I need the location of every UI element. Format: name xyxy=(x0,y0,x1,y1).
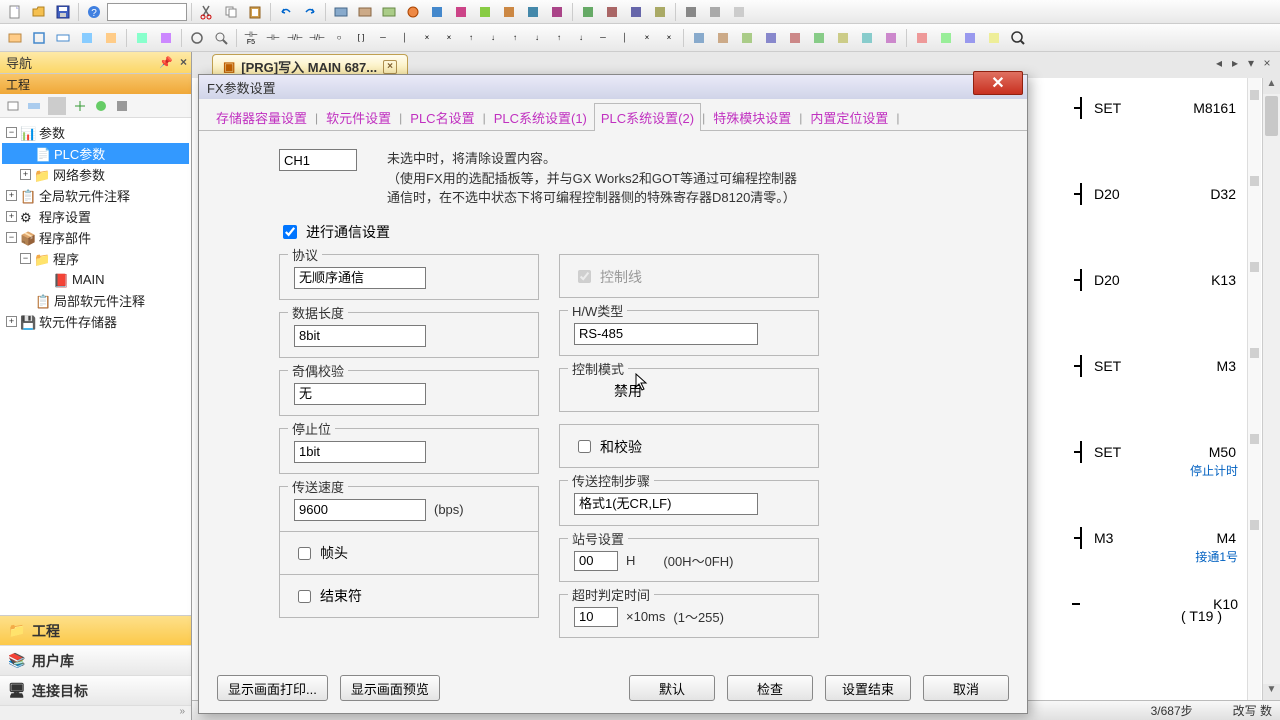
tb-combo[interactable] xyxy=(107,3,187,21)
protocol-select[interactable]: 无顺序通信 xyxy=(294,267,426,289)
hwtype-select[interactable]: RS-485 xyxy=(574,323,758,345)
header-checkbox[interactable]: 帧头 xyxy=(294,543,348,563)
baud-select[interactable]: 9600 xyxy=(294,499,426,521)
stopbit-select[interactable]: 1bit xyxy=(294,441,426,463)
pin-icon[interactable]: 📌 xyxy=(159,56,173,69)
protocol-group: 协议 无顺序通信 xyxy=(279,254,539,300)
tab-memory[interactable]: 存储器容量设置 xyxy=(209,103,314,131)
tree-net-params[interactable]: +📁网络参数 xyxy=(2,164,189,185)
tree-params[interactable]: −📊参数 xyxy=(2,122,189,143)
parity-group: 奇偶校验 无 xyxy=(279,370,539,416)
svg-text:?: ? xyxy=(91,8,97,19)
tab-position[interactable]: 内置定位设置 xyxy=(803,103,895,131)
dialog-body: CH1 未选中时，将清除设置内容。 （使用FX用的选配插板等，并与GX Work… xyxy=(199,131,1027,648)
overview-scrollbar[interactable] xyxy=(1247,78,1261,700)
status-steps: 3/687步 xyxy=(1151,702,1193,719)
tree-main[interactable]: 📕MAIN xyxy=(2,269,189,290)
dialog-title: FX参数设置 xyxy=(207,78,276,97)
preview-button[interactable]: 显示画面预览 xyxy=(340,675,440,701)
dialog-buttons: 显示画面打印... 显示画面预览 默认 检查 设置结束 取消 xyxy=(199,675,1027,701)
default-button[interactable]: 默认 xyxy=(629,675,715,701)
ctrlmode-group: 控制模式 禁用 xyxy=(559,368,819,412)
header-group: 帧头 xyxy=(279,531,539,575)
tb-paste[interactable] xyxy=(244,2,266,22)
dialog-titlebar[interactable]: FX参数设置 ✕ xyxy=(199,75,1027,99)
hwtype-group: H/W类型 RS-485 xyxy=(559,310,819,356)
tab-plcsys1[interactable]: PLC系统设置(1) xyxy=(487,103,594,131)
tb-help[interactable]: ? xyxy=(83,2,105,22)
tab-close-icon[interactable]: × xyxy=(383,60,397,74)
tb-copy[interactable] xyxy=(220,2,242,22)
parity-select[interactable]: 无 xyxy=(294,383,426,405)
tab-plcsys2[interactable]: PLC系统设置(2) xyxy=(594,103,701,131)
station-group: 站号设置 H (00H～0FH) xyxy=(559,538,819,582)
station-input[interactable] xyxy=(574,551,618,571)
timeout-input[interactable] xyxy=(574,607,618,627)
tab-device[interactable]: 软元件设置 xyxy=(319,103,398,131)
stopbit-group: 停止位 1bit xyxy=(279,428,539,474)
tb-open[interactable] xyxy=(28,2,50,22)
dialog-tabs: 存储器容量设置| 软元件设置| PLC名设置| PLC系统设置(1) PLC系统… xyxy=(199,105,1027,131)
ctrlmode-value: 禁用 xyxy=(574,381,642,401)
nav-panel: 导航 📌 × 工程 −📊参数 📄PLC参数 +📁网络参数 +📋全局软元件注释 +… xyxy=(0,52,192,720)
terminator-group: 结束符 xyxy=(279,574,539,618)
tb-undo[interactable] xyxy=(275,2,297,22)
check-button[interactable]: 检查 xyxy=(727,675,813,701)
sumcheck-group: 和校验 xyxy=(559,424,819,468)
tb-new[interactable] xyxy=(4,2,26,22)
terminator-checkbox[interactable]: 结束符 xyxy=(294,586,362,606)
dialog-close-button[interactable]: ✕ xyxy=(973,71,1023,95)
nav-btn-connect[interactable]: 🖥连接目标 xyxy=(0,676,191,706)
txctrl-select[interactable]: 格式1(无CR,LF) xyxy=(574,493,758,515)
nav-btn-userlib[interactable]: 📚用户库 xyxy=(0,646,191,676)
nav-close-icon[interactable]: × xyxy=(180,55,187,69)
nav-bottom: 📁工程 📚用户库 🖥连接目标 » xyxy=(0,615,191,720)
tb-save[interactable] xyxy=(52,2,74,22)
timeout-group: 超时判定时间 ×10ms (1～255) xyxy=(559,594,819,638)
toolbar-2: ⊣⊢F5 ⊣⊢ ⊣/⊢ ⊣/⊢ ○ [ ] ─ │ × × ↑ ↓ ↑ ↓ ↑ … xyxy=(0,24,1280,52)
tab-plcname[interactable]: PLC名设置 xyxy=(403,103,481,131)
nav-title: 导航 xyxy=(6,53,32,72)
end-button[interactable]: 设置结束 xyxy=(825,675,911,701)
print-button[interactable]: 显示画面打印... xyxy=(217,675,328,701)
nav-toolbar xyxy=(0,94,191,118)
tree-global-dev[interactable]: +📋全局软元件注释 xyxy=(2,185,189,206)
tree-prog-set[interactable]: +⚙程序设置 xyxy=(2,206,189,227)
tab-special[interactable]: 特殊模块设置 xyxy=(706,103,798,131)
ctrlline-group: 控制线 xyxy=(559,254,819,298)
tree-prog-parts[interactable]: −📦程序部件 xyxy=(2,227,189,248)
nav-btn-project[interactable]: 📁工程 xyxy=(0,616,191,646)
fx-params-dialog: FX参数设置 ✕ 存储器容量设置| 软元件设置| PLC名设置| PLC系统设置… xyxy=(198,74,1028,714)
datalen-group: 数据长度 8bit xyxy=(279,312,539,358)
zoom-icon[interactable] xyxy=(1007,28,1029,48)
tree-program[interactable]: −📁程序 xyxy=(2,248,189,269)
hint-text: 未选中时，将清除设置内容。 （使用FX用的选配插板等，并与GX Works2和G… xyxy=(387,149,797,208)
baud-group: 传送速度 9600 (bps) xyxy=(279,486,539,532)
cancel-button[interactable]: 取消 xyxy=(923,675,1009,701)
ctrlline-checkbox: 控制线 xyxy=(574,267,642,287)
nav-header: 导航 📌 × xyxy=(0,52,191,74)
channel-select[interactable]: CH1 xyxy=(279,149,357,171)
toolbar-1: ? xyxy=(0,0,1280,24)
enable-comm-checkbox[interactable]: 进行通信设置 xyxy=(279,222,967,242)
tree-dev-mem[interactable]: +💾软元件存储器 xyxy=(2,311,189,332)
tree-plc-params[interactable]: 📄PLC参数 xyxy=(2,143,189,164)
tab-nav[interactable]: ◂▸▾× xyxy=(1212,56,1274,70)
vertical-scrollbar[interactable]: ▲▼ xyxy=(1262,78,1280,700)
nav-sub: 工程 xyxy=(0,74,191,94)
sumcheck-checkbox[interactable]: 和校验 xyxy=(574,437,642,457)
txctrl-group: 传送控制步骤 格式1(无CR,LF) xyxy=(559,480,819,526)
datalen-select[interactable]: 8bit xyxy=(294,325,426,347)
tb-redo[interactable] xyxy=(299,2,321,22)
status-mode: 改写 数 xyxy=(1233,702,1272,719)
tb-cut[interactable] xyxy=(196,2,218,22)
tree-local-dev[interactable]: 📋局部软元件注释 xyxy=(2,290,189,311)
nav-tree[interactable]: −📊参数 📄PLC参数 +📁网络参数 +📋全局软元件注释 +⚙程序设置 −📦程序… xyxy=(0,118,191,615)
